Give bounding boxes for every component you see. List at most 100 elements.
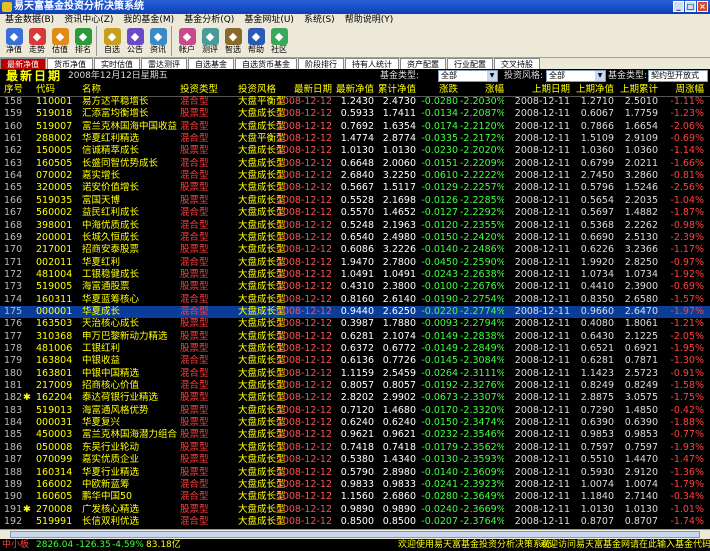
table-row[interactable]: 182 162204 泰达荷银行业精选 股票型 大盘成长型 2008-12-12 2.820… [0,392,710,404]
table-row[interactable]: 163 160505 长盛同智优势成长 混合型 大盘成长型 2008-12-12 0.664… [0,158,710,170]
table-row[interactable]: 158 110001 易方达平稳增长 混合型 大盘平衡型 2008-12-12 1.2430… [0,96,710,108]
header-pdate[interactable]: 上期日期 [510,84,570,96]
table-row[interactable]: 159 519018 汇添富均衡增长 股票型 大盘成长型 2008-12-12 0.5933… [0,108,710,120]
cell-chg: -0.0149 [421,330,458,342]
cell-type: 股票型 [180,441,209,453]
toolbar-button-4[interactable]: ◆ 自选 [101,26,123,56]
table-row[interactable]: 165 320005 诺安价值增长 股票型 大盘成长型 2008-12-12 0.5667 1… [0,182,710,194]
table-row[interactable]: 173 519005 海富通股票 股票型 大盘成长型 2008-12-12 0.4310 2.… [0,281,710,293]
tab-4[interactable]: 自选基金 [188,58,234,69]
tab-9[interactable]: 行业配置 [447,58,493,69]
table-row[interactable]: 178 481006 工银红利 股票型 大盘成长型 2008-12-12 0.6372 0.6… [0,343,710,355]
table-row[interactable]: 190 160605 鹏华中国50 混合型 大盘成长型 2008-12-12 1.1560 2… [0,491,710,503]
toolbar-button-9[interactable]: ◆ 智选 [222,26,244,56]
table-row[interactable]: 192 519991 长信双利优选 混合型 大盘成长型 2008-12-12 0.8500 0… [0,516,710,528]
table-row[interactable]: 181 217009 招商核心价值 混合型 大盘成长型 2008-12-12 0.8057 0… [0,380,710,392]
header-pacc[interactable]: 上期累计 [616,84,658,96]
header-code[interactable]: 代码 [36,84,80,96]
toolbar-button-5[interactable]: ◆ 公告 [124,26,146,56]
invest-style-select[interactable]: 全部 ▼ [546,70,606,82]
table-row[interactable]: 177 310368 申万巴黎新动力精选 股票型 大盘成长型 2008-12-12 0.62… [0,331,710,343]
table-row[interactable]: 175 000001 华夏成长 混合型 大盘成长型 2008-12-12 0.9440 2.6… [0,305,710,318]
tab-5[interactable]: 自选货币基金 [235,58,297,69]
menu-item-5[interactable]: 系统(S) [299,14,340,26]
nav-icon: ◆ [5,28,23,45]
table-row[interactable]: 184 000031 华夏复兴 股票型 大盘成长型 2008-12-12 0.6240 0.6… [0,417,710,429]
header-name[interactable]: 名称 [82,84,178,96]
menu-item-3[interactable]: 基金分析(Q) [179,14,239,26]
menu-item-1[interactable]: 资讯中心(Z) [59,14,118,26]
cell-nav: 0.6281 [340,330,374,342]
table-row[interactable]: 166 519035 富国天博 股票型 大盘成长型 2008-12-12 0.5528 2.1… [0,195,710,207]
menu-item-2[interactable]: 我的基金(M) [118,14,179,26]
tab-8[interactable]: 资产配置 [400,58,446,69]
cell-pnav: 0.9853 [580,429,614,441]
table-row[interactable]: 164 070002 嘉实增长 混合型 大盘成长型 2008-12-12 2.6840 3.2… [0,170,710,182]
table-row[interactable]: 160 519007 富兰克林国海中国收益 混合型 大盘成长型 2008-12-12 0.7… [0,121,710,133]
table-row[interactable]: 186 050008 东吴行业轮动 股票型 大盘成长型 2008-12-12 0.7418 0… [0,442,710,454]
menu-item-6[interactable]: 帮助说明(Y) [340,14,399,26]
menu-item-4[interactable]: 基金网址(U) [239,14,299,26]
toolbar-button-7[interactable]: ◆ 帐户 [176,26,198,56]
toolbar-button-10[interactable]: ◆ 帮助 [245,26,267,56]
table-row[interactable]: 180 163801 中银中国精选 混合型 大盘成长型 2008-12-12 1.1159 2… [0,368,710,380]
table-row[interactable]: 162 150005 信诚精萃成长 股票型 大盘成长型 2008-12-12 1.0130 1… [0,145,710,157]
toolbar-button-2[interactable]: ◆ 估值 [49,26,71,56]
toolbar-button-3[interactable]: ◆ 排名 [72,26,97,56]
tab-10[interactable]: 交叉持股 [494,58,540,69]
header-pct[interactable]: 涨幅 [460,84,504,96]
header-idx[interactable]: 序号 [4,84,34,96]
cell-idx: 173 [4,281,23,293]
header-chg[interactable]: 涨跌 [418,84,458,96]
toolbar-button-8[interactable]: ◆ 测评 [199,26,221,56]
table-row[interactable]: 187 070099 嘉实优质企业 股票型 大盘成长型 2008-12-12 0.5380 1… [0,454,710,466]
table-row[interactable]: 189 166002 中欧新蓝筹 混合型 大盘成长型 2008-12-12 0.9833 0.… [0,479,710,491]
table-row[interactable]: 161 288002 华夏红利精选 混合型 大盘平衡型 2008-12-12 1.4774 2… [0,133,710,145]
toolbar-button-11[interactable]: ◆ 社区 [268,26,290,56]
tab-6[interactable]: 阶段排行 [298,58,344,69]
scrollbar-thumb[interactable] [10,531,700,538]
table-row[interactable]: 172 481004 工银稳健成长 股票型 大盘成长型 2008-12-12 1.0491 1… [0,269,710,281]
tab-1[interactable]: 货币净值 [47,58,93,69]
fund-kind-select[interactable]: 契约型开放式 [648,70,708,82]
cell-type: 股票型 [180,417,209,429]
fund-type-select[interactable]: 全部 ▼ [438,70,498,82]
toolbar-button-1[interactable]: ◆ 走势 [26,26,48,56]
table-row[interactable]: 174 160311 华夏蓝筹核心 混合型 大盘成长型 2008-12-12 0.8160 2… [0,294,710,306]
table-row[interactable]: 176 163503 天治核心成长 股票型 大盘成长型 2008-12-12 0.3987 1… [0,318,710,330]
close-button[interactable]: × [697,1,708,12]
menu-item-0[interactable]: 基金数据(B) [0,14,59,26]
header-week[interactable]: 周涨幅 [660,84,704,96]
tab-0[interactable]: 最新净值 [0,58,46,69]
toolbar-button-6[interactable]: ◆ 资讯 [147,26,172,56]
tab-7[interactable]: 持有人统计 [345,58,399,69]
table-row[interactable]: 183 519013 海富通风格优势 股票型 大盘成长型 2008-12-12 0.7120… [0,405,710,417]
minimize-button[interactable]: _ [673,1,684,12]
table-row[interactable]: 188 160314 华夏行业精选 股票型 大盘成长型 2008-12-12 0.5790 2… [0,467,710,479]
code-input-hint[interactable]: 请在此输入基金代码 [630,539,710,551]
header-nav[interactable]: 最新净值 [334,84,374,96]
cell-pdate: 2008-12-11 [514,157,570,169]
table-row[interactable]: 171 002011 华夏红利 混合型 大盘成长型 2008-12-12 1.9470 2.7… [0,257,710,269]
header-pnav[interactable]: 上期净值 [572,84,614,96]
tab-3[interactable]: 雷达测评 [141,58,187,69]
cell-chg: -0.0140 [421,466,458,478]
tab-2[interactable]: 实时估值 [94,58,140,69]
valuation-icon: ◆ [51,28,69,45]
table-row[interactable]: 170 217001 招商安泰股票 股票型 大盘成长型 2008-12-12 0.6086 3… [0,244,710,256]
header-type[interactable]: 投资类型 [180,84,236,96]
header-acc[interactable]: 累计净值 [376,84,416,96]
table-row[interactable]: 167 560002 益民红利成长 混合型 大盘成长型 2008-12-12 0.5570 1… [0,207,710,219]
maximize-button[interactable]: □ [685,1,696,12]
cell-type: 混合型 [180,355,209,367]
cell-date: 2008-12-12 [276,170,332,182]
cell-idx: 171 [4,256,23,268]
table-row[interactable]: 185 450003 富兰克林国海潜力组合 股票型 大盘成长型 2008-12-12 0.9… [0,429,710,441]
cell-name: 信诚精萃成长 [82,145,140,157]
table-row[interactable]: 179 163804 中银收益 混合型 大盘成长型 2008-12-12 0.6136 0.7… [0,355,710,367]
table-row[interactable]: 191 270008 广发核心精选 股票型 大盘成长型 2008-12-12 0.9890 0… [0,504,710,516]
table-row[interactable]: 169 200001 长城久恒成长 混合型 大盘成长型 2008-12-12 0.6540 2… [0,232,710,244]
table-row[interactable]: 168 398001 中海优质成长 混合型 大盘成长型 2008-12-12 0.5248 2… [0,220,710,232]
toolbar-button-0[interactable]: ◆ 净值 [3,26,25,56]
header-date[interactable]: 最新日期 [270,84,332,96]
